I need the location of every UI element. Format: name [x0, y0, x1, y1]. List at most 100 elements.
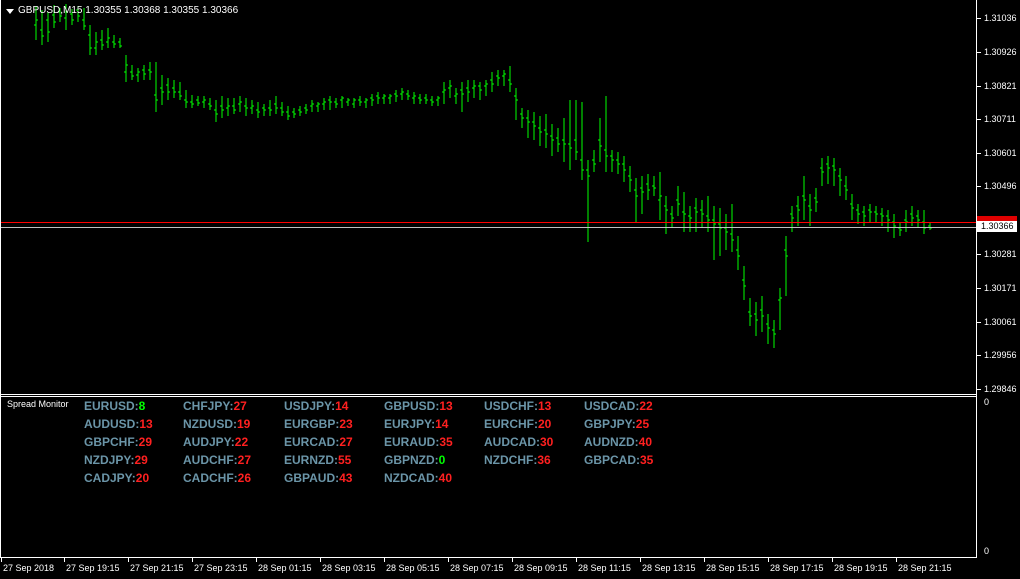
- ohlc-bar: [682, 192, 686, 232]
- ohlc-bar: [514, 88, 518, 120]
- ohlc-bar: [262, 104, 266, 116]
- ohlc-bar: [928, 222, 932, 230]
- price-tick: [977, 186, 981, 187]
- spread-item: EURCHF:20: [484, 417, 551, 431]
- ohlc-bar: [622, 156, 626, 182]
- ohlc-bar: [400, 88, 404, 100]
- time-tick: [832, 558, 833, 562]
- time-tick: [576, 558, 577, 562]
- spread-item: EURUSD:8: [84, 399, 145, 413]
- time-tick-label: 28 Sep 19:15: [834, 563, 888, 573]
- price-tick-label: 1.30711: [984, 114, 1016, 124]
- ohlc-bar: [268, 100, 272, 116]
- ohlc-bar: [502, 70, 506, 86]
- ohlc-bar: [442, 82, 446, 104]
- ohlc-bar: [526, 110, 530, 138]
- ohlc-bar: [100, 30, 104, 50]
- spread-value: 27: [339, 435, 353, 449]
- ohlc-bar: [418, 94, 422, 104]
- ohlc-bar: [538, 116, 542, 146]
- spread-value: 29: [138, 435, 153, 449]
- spread-symbol: AUDJPY:: [183, 435, 235, 449]
- ohlc-bar: [718, 208, 722, 256]
- ohlc-bar: [346, 98, 350, 106]
- spread-item: AUDCHF:27: [183, 453, 251, 467]
- spread-item: GBPUSD:13: [384, 399, 453, 413]
- ohlc-bar: [448, 80, 452, 98]
- spread-symbol: GBPAUD:: [284, 471, 340, 485]
- spread-value: 19: [237, 417, 251, 431]
- spread-item: NZDCAD:40: [384, 471, 452, 485]
- price-tick: [977, 288, 981, 289]
- chart-menu-arrow-icon[interactable]: [6, 9, 14, 14]
- time-tick-label: 28 Sep 17:15: [770, 563, 824, 573]
- ohlc-bar: [916, 210, 920, 228]
- ohlc-bar: [274, 96, 278, 114]
- spread-value: 20: [538, 417, 552, 431]
- time-tick: [1, 558, 2, 562]
- spread-value: 8: [138, 399, 146, 413]
- price-tick-label: 1.30601: [984, 148, 1017, 158]
- spread-item: USDCHF:13: [484, 399, 551, 413]
- spread-value: 29: [134, 453, 148, 467]
- spread-symbol: EURUSD:: [84, 399, 139, 413]
- spread-item: USDJPY:14: [284, 399, 348, 413]
- spread-symbol: USDCHF:: [484, 399, 538, 413]
- spread-value: 22: [234, 435, 249, 449]
- chart-title: GBPUSD,M15 1.30355 1.30368 1.30355 1.303…: [18, 5, 239, 16]
- ohlc-bar: [904, 210, 908, 232]
- ohlc-bar: [376, 92, 380, 104]
- ohlc-bar: [772, 320, 776, 348]
- spread-value: 30: [540, 435, 554, 449]
- price-tick: [977, 322, 981, 323]
- ohlc-bar: [706, 196, 710, 232]
- spread-value: 20: [135, 471, 150, 485]
- indicator-name: Spread Monitor: [7, 399, 69, 409]
- price-chart[interactable]: [0, 0, 976, 394]
- time-tick: [448, 558, 449, 562]
- ohlc-bar: [844, 176, 848, 200]
- ohlc-bar: [550, 124, 554, 156]
- spread-symbol: GBPCAD:: [584, 453, 640, 467]
- ohlc-bar: [520, 108, 524, 128]
- ohlc-bar: [310, 100, 314, 112]
- time-tick-label: 28 Sep 21:15: [898, 563, 952, 573]
- price-tick-label: 1.30171: [984, 283, 1017, 293]
- time-tick: [704, 558, 705, 562]
- ohlc-bar: [508, 66, 512, 92]
- price-tick: [977, 153, 981, 154]
- ohlc-bar: [586, 160, 590, 242]
- ohlc-bar: [112, 35, 116, 48]
- ohlc-bar: [694, 198, 698, 232]
- ohlc-bar: [700, 200, 704, 228]
- ohlc-bar: [796, 196, 800, 226]
- time-tick-label: 27 Sep 23:15: [194, 563, 248, 573]
- ohlc-bar: [874, 206, 878, 222]
- ohlc-bar: [880, 208, 884, 226]
- spread-value: 13: [139, 417, 153, 431]
- ohlc-bar: [124, 55, 128, 82]
- ohlc-bar: [568, 100, 572, 170]
- time-tick-label: 28 Sep 03:15: [322, 563, 376, 573]
- spread-symbol: CHFJPY:: [183, 399, 234, 413]
- ohlc-bar: [604, 96, 608, 172]
- time-tick-label: 28 Sep 09:15: [514, 563, 568, 573]
- time-tick: [64, 558, 65, 562]
- ohlc-bar: [820, 158, 824, 186]
- ohlc-bar: [460, 82, 464, 112]
- spread-symbol: GBPJPY:: [584, 417, 636, 431]
- spread-symbol: GBPNZD:: [384, 453, 439, 467]
- spread-value: 14: [435, 417, 449, 431]
- spread-symbol: CADJPY:: [84, 471, 136, 485]
- ohlc-bar: [814, 188, 818, 212]
- ohlc-bar: [238, 96, 242, 112]
- spread-value: 22: [639, 399, 653, 413]
- time-tick-label: 27 Sep 2018: [3, 563, 55, 573]
- ohlc-bar: [760, 296, 764, 332]
- price-tick: [977, 389, 981, 390]
- ohlc-bar: [616, 152, 620, 174]
- ohlc-bar: [172, 80, 176, 98]
- spread-item: NZDUSD:19: [183, 417, 250, 431]
- ohlc-bar: [328, 96, 332, 110]
- ohlc-bar: [388, 94, 392, 104]
